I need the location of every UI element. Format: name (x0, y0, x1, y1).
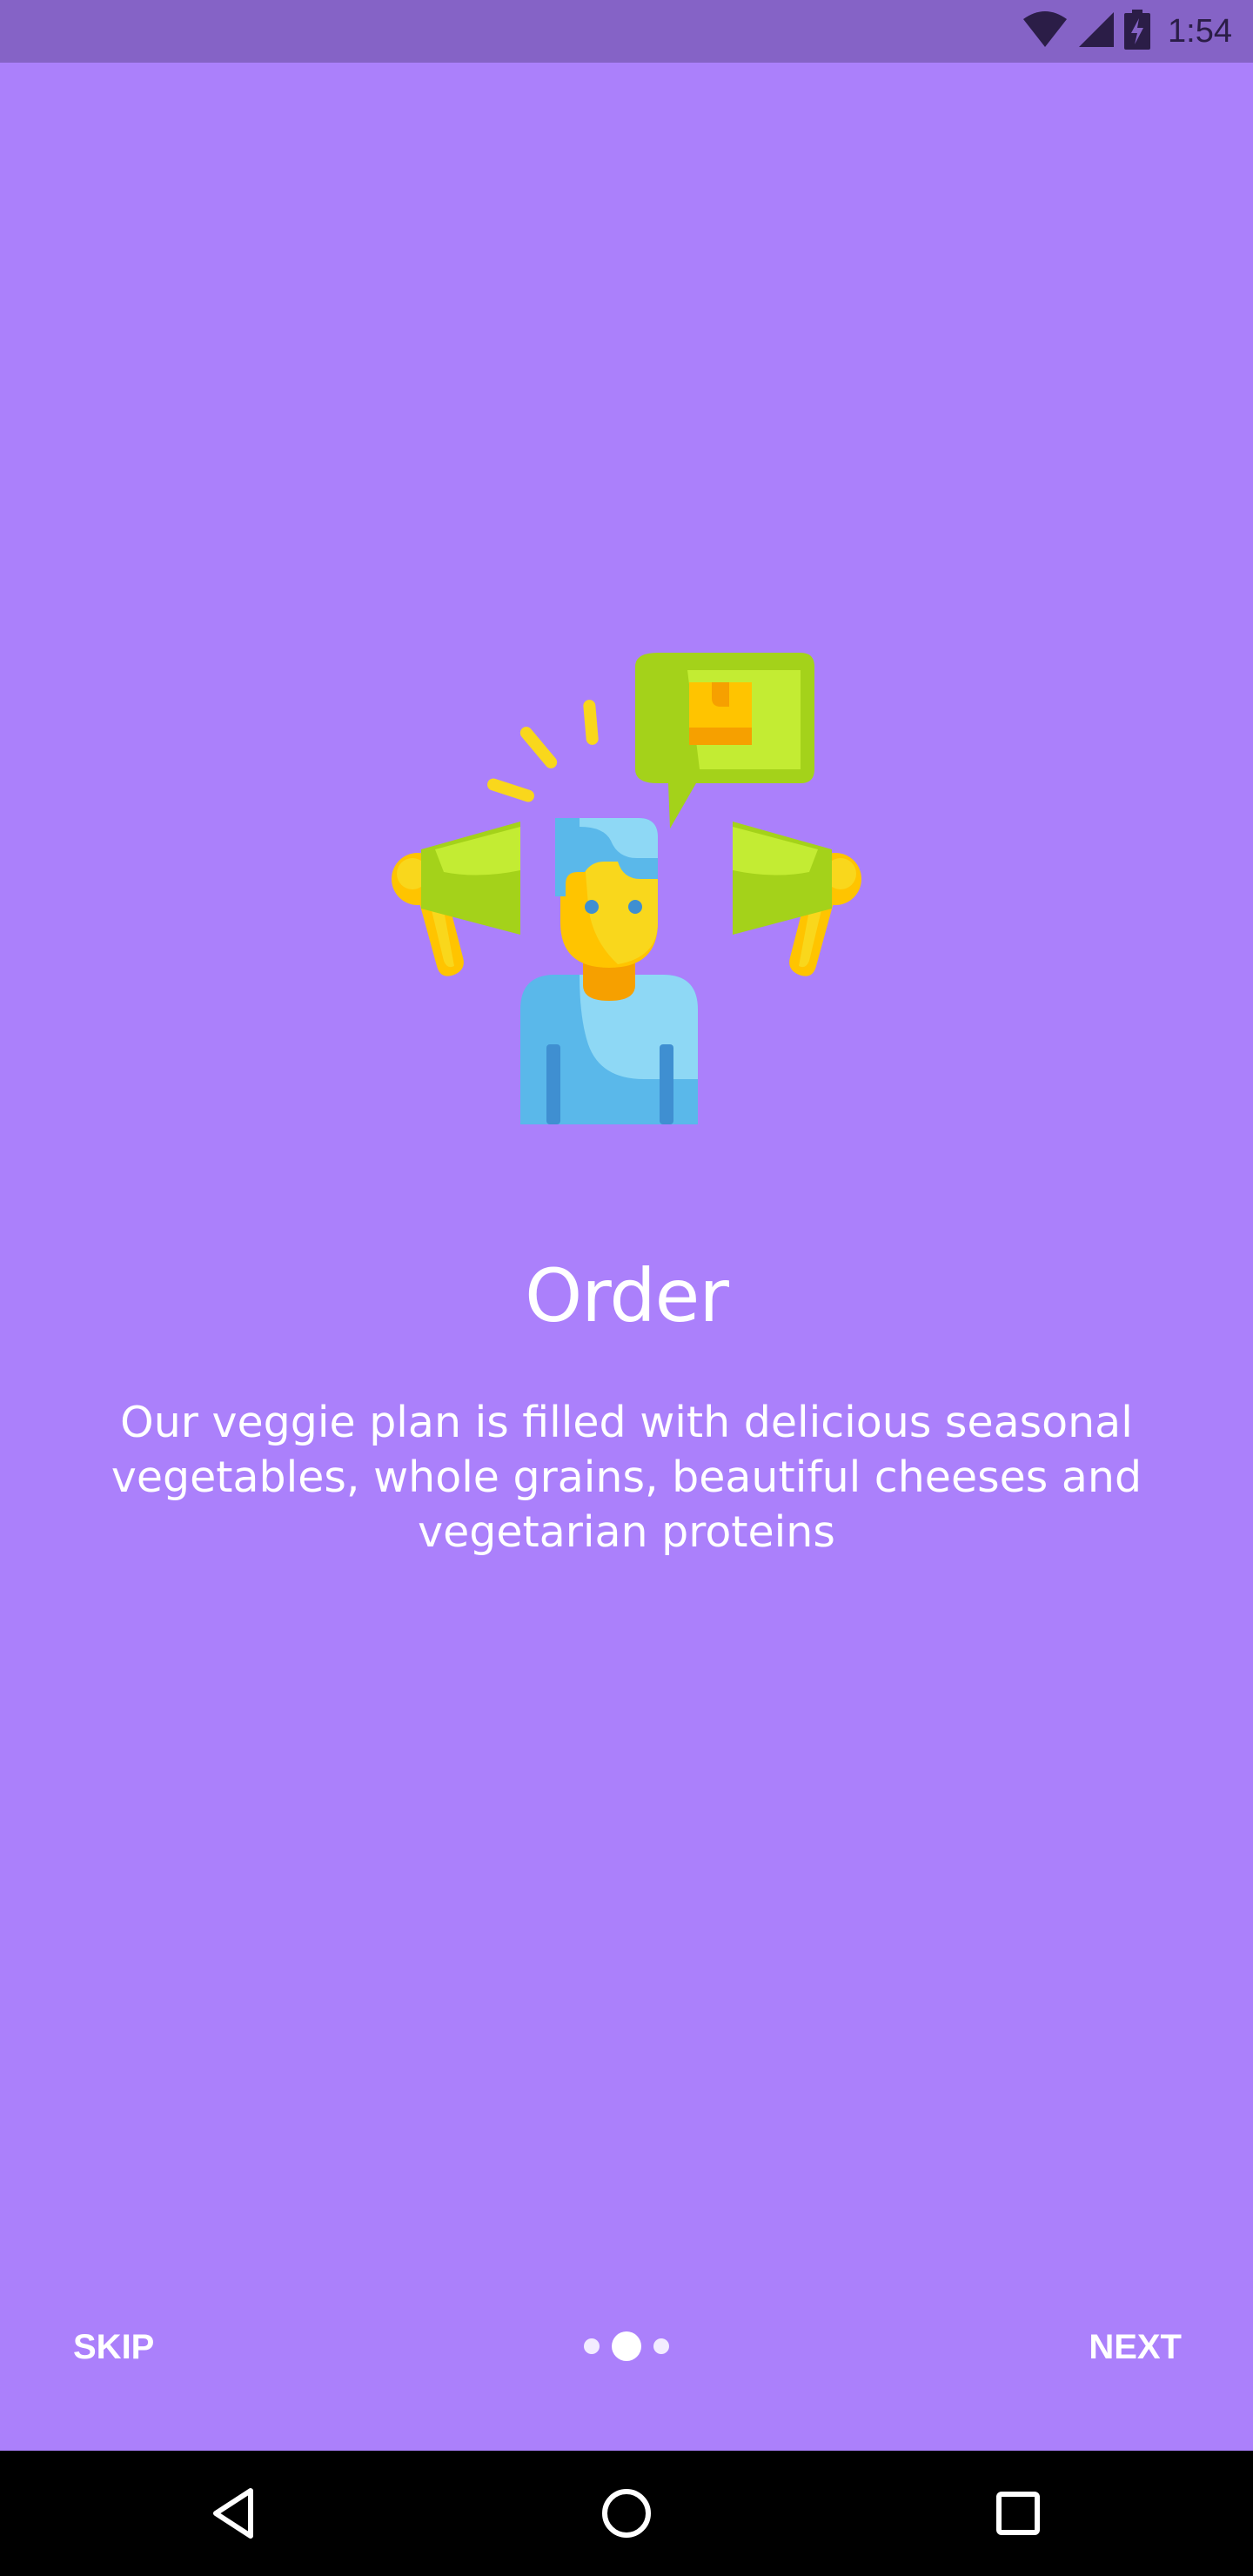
page-title: Order (525, 1253, 729, 1338)
status-bar: 1:54 (0, 0, 1253, 63)
navigation-bar (0, 2451, 1253, 2576)
page-dot-2-active (612, 2331, 641, 2361)
back-icon[interactable] (200, 2479, 270, 2548)
page-dot-3 (653, 2338, 669, 2354)
signal-icon (1077, 10, 1116, 52)
onboarding-screen: 1:54 Order Our veggie plan is filled wit… (0, 0, 1253, 2576)
page-dot-1 (584, 2338, 600, 2354)
status-time: 1:54 (1168, 12, 1232, 50)
battery-charging-icon (1124, 10, 1151, 53)
next-button[interactable]: NEXT (1089, 2315, 1182, 2379)
wifi-icon (1022, 10, 1069, 52)
page-description: Our veggie plan is filled with delicious… (111, 1398, 1142, 1557)
skip-button[interactable]: SKIP (73, 2315, 154, 2379)
page-indicator (583, 2329, 670, 2364)
person-with-megaphones-icon (383, 644, 870, 1131)
recents-icon[interactable] (983, 2479, 1053, 2548)
status-icons: 1:54 (1022, 0, 1232, 63)
home-icon[interactable] (592, 2479, 661, 2548)
